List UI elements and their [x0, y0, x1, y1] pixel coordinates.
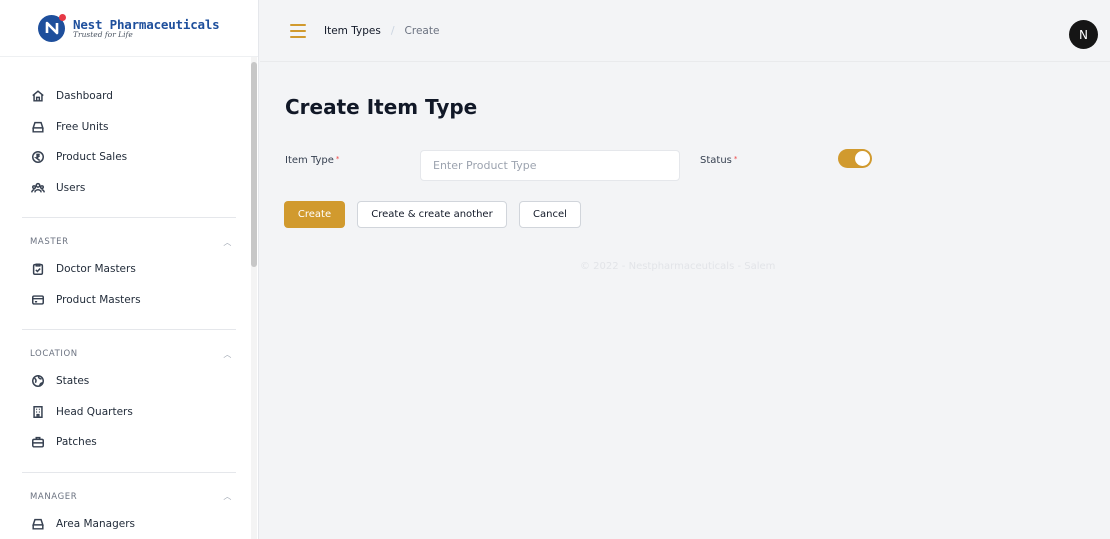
sidebar-item-label: Patches — [56, 436, 97, 449]
card-icon — [30, 292, 46, 308]
users-icon — [30, 180, 46, 196]
building-icon — [30, 404, 46, 420]
item-type-input[interactable] — [420, 150, 680, 181]
required-marker: * — [733, 155, 738, 163]
sidebar-item-dashboard[interactable]: Dashboard — [0, 81, 258, 112]
topbar: Item Types / Create N — [260, 0, 1110, 62]
sidebar-item-area-managers[interactable]: Area Managers — [0, 509, 258, 539]
chevron-up-icon: ︿ — [223, 492, 232, 501]
brand-logo-icon — [38, 13, 66, 42]
sidebar-item-label: Doctor Masters — [56, 263, 136, 276]
currency-icon — [30, 149, 46, 165]
sidebar-item-head-quarters[interactable]: Head Quarters — [0, 397, 258, 428]
breadcrumb-current: Create — [404, 24, 440, 37]
group-title: MASTER — [30, 237, 69, 247]
group-title: LOCATION — [30, 349, 78, 359]
footer-copyright: © 2022 - Nestpharmaceuticals - Salem — [580, 261, 776, 272]
divider — [22, 471, 236, 473]
create-another-button[interactable]: Create & create another — [357, 201, 507, 228]
toggle-knob — [855, 151, 870, 166]
sidebar-item-doctor-masters[interactable]: Doctor Masters — [0, 254, 258, 285]
globe-icon — [30, 373, 46, 389]
box-icon — [30, 119, 46, 135]
group-header-master[interactable]: MASTER ︿ — [0, 230, 258, 254]
sidebar-item-label: Head Quarters — [56, 405, 133, 418]
cancel-button[interactable]: Cancel — [519, 201, 581, 228]
sidebar-item-label: Area Managers — [56, 517, 135, 530]
sidebar-item-label: Dashboard — [56, 90, 113, 103]
sidebar-item-label: Free Units — [56, 120, 109, 133]
breadcrumb-separator: / — [390, 24, 395, 37]
status-label: Status * — [700, 155, 738, 166]
chevron-up-icon: ︿ — [223, 349, 232, 359]
sidebar-item-label: Users — [56, 181, 86, 194]
sidebar-item-label: Product Sales — [56, 151, 128, 164]
brand-name: Nest Pharmaceuticals — [73, 16, 220, 32]
hamburger-menu-icon[interactable] — [290, 23, 306, 38]
sidebar-nav: Dashboard Free Units Product Sales Users… — [0, 57, 258, 539]
group-title: MANAGER — [30, 491, 78, 502]
sidebar-item-patches[interactable]: Patches — [0, 427, 258, 458]
item-type-label: Item Type * — [285, 155, 340, 166]
sidebar-item-product-sales[interactable]: Product Sales — [0, 142, 258, 173]
brand-tagline: Trusted for Life — [73, 29, 133, 39]
group-header-manager[interactable]: MANAGER ︿ — [0, 485, 258, 509]
clipboard-icon — [30, 261, 46, 277]
chevron-up-icon: ︿ — [223, 237, 232, 247]
home-icon — [30, 88, 46, 104]
create-button[interactable]: Create — [284, 201, 345, 228]
divider — [22, 217, 236, 218]
divider — [22, 329, 236, 330]
status-toggle[interactable] — [838, 149, 872, 168]
sidebar: Nest Pharmaceuticals Trusted for Life Da… — [0, 0, 259, 539]
required-marker: * — [335, 155, 340, 163]
breadcrumb-item-types[interactable]: Item Types — [324, 25, 381, 37]
sidebar-item-product-masters[interactable]: Product Masters — [0, 285, 258, 316]
group-header-location[interactable]: LOCATION ︿ — [0, 342, 258, 366]
avatar[interactable]: N — [1069, 20, 1098, 49]
sidebar-item-label: Product Masters — [56, 293, 141, 306]
sidebar-item-states[interactable]: States — [0, 366, 258, 397]
sidebar-item-users[interactable]: Users — [0, 173, 258, 204]
sidebar-item-label: States — [56, 375, 90, 388]
brand[interactable]: Nest Pharmaceuticals Trusted for Life — [0, 0, 258, 57]
sidebar-item-free-units[interactable]: Free Units — [0, 112, 258, 143]
briefcase-icon — [30, 434, 46, 450]
sidebar-scrollbar[interactable] — [251, 62, 257, 267]
box-icon — [30, 516, 46, 532]
page-title: Create Item Type — [285, 95, 478, 119]
